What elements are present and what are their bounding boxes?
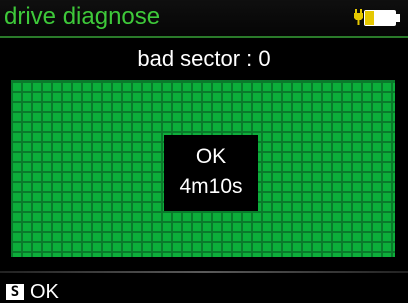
title-divider — [0, 36, 408, 38]
battery-charging-icon — [352, 9, 402, 27]
elapsed-time: 4m10s — [179, 175, 243, 198]
ok-softkey[interactable]: S OK — [6, 281, 59, 303]
result-box: OK 4m10s — [164, 135, 258, 211]
ok-softkey-label: OK — [30, 281, 59, 303]
result-status: OK — [195, 145, 227, 168]
screen-title: drive diagnose — [4, 3, 161, 30]
s-key-icon: S — [6, 284, 24, 300]
title-bar: drive diagnose — [0, 0, 408, 36]
bad-sector-count: bad sector : 0 — [137, 46, 271, 71]
bottom-divider — [0, 271, 408, 273]
